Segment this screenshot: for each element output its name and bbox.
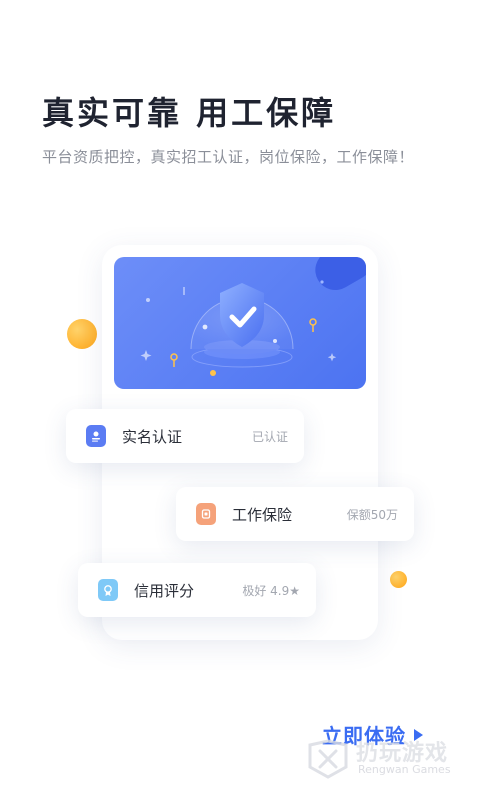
credit-score: 极好 4.9★ <box>242 583 300 598</box>
credit-label: 信用评分 <box>134 581 195 600</box>
watermark-logo-icon <box>308 739 348 779</box>
credit-award-icon <box>98 579 118 601</box>
insurance-amount: 保额50万 <box>346 507 398 522</box>
page-title: 真实可靠 用工保障 <box>42 94 337 132</box>
page-subtitle: 平台资质把控，真实招工认证，岗位保险，工作保障！ <box>42 148 415 166</box>
realname-status: 已认证 <box>251 429 288 444</box>
hero-banner <box>114 257 366 389</box>
insurance-card[interactable]: 工作保险 保额50万 <box>176 487 414 541</box>
watermark: 扔玩游戏 Rengwan Games <box>306 733 466 783</box>
decor-ball-large <box>67 319 97 349</box>
credit-card[interactable]: 信用评分 极好 4.9★ <box>78 563 316 617</box>
insurance-label: 工作保险 <box>232 505 293 524</box>
insurance-badge-icon <box>196 503 216 525</box>
watermark-sub: Rengwan Games <box>358 763 451 776</box>
onboarding-page: 真实可靠 用工保障 平台资质把控，真实招工认证，岗位保险，工作保障！ 实名认证 … <box>0 0 480 800</box>
decor-ball-medium <box>390 571 407 588</box>
shield-check-illustration <box>140 257 366 376</box>
realname-card[interactable]: 实名认证 已认证 <box>66 409 304 463</box>
realname-label: 实名认证 <box>122 427 183 446</box>
id-card-icon <box>86 425 106 447</box>
